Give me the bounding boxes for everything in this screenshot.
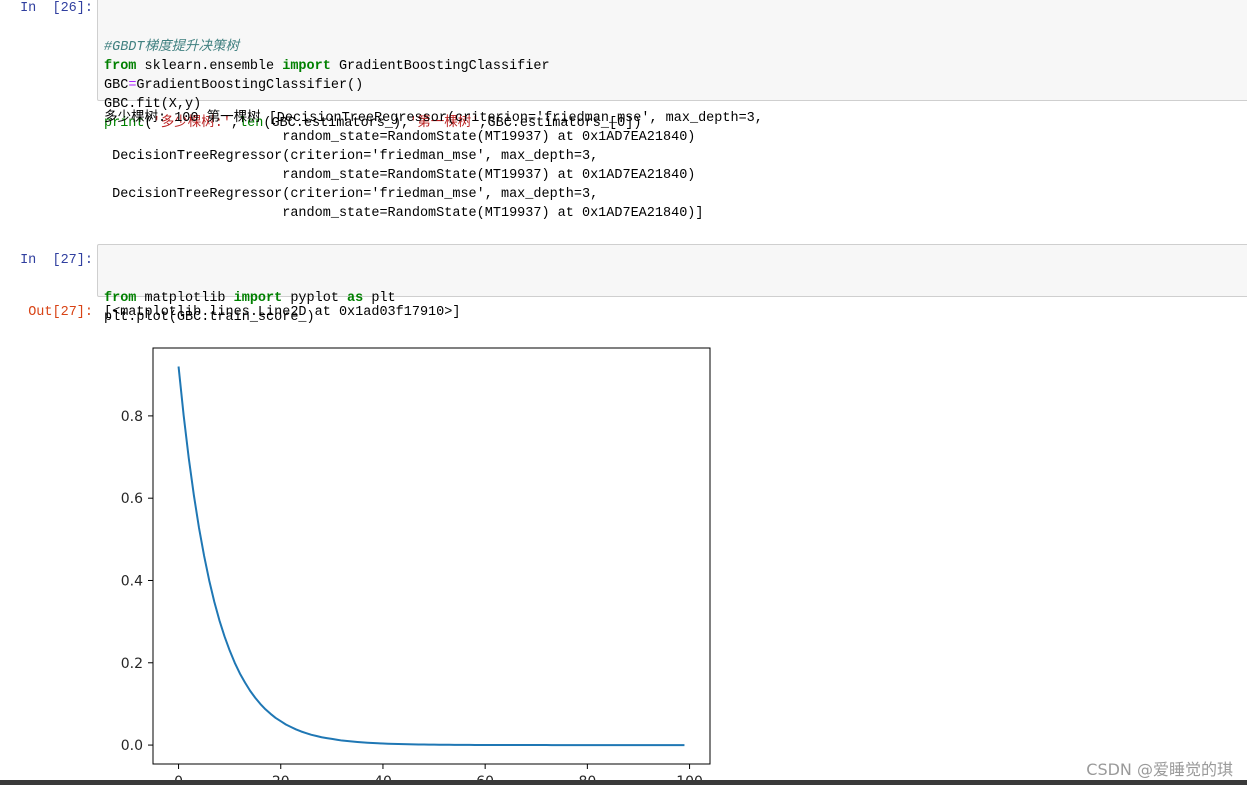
cell26-code-line: from sklearn.ensemble import GradientBoo…	[104, 57, 1247, 76]
cell27-code-editor[interactable]: from matplotlib import pyplot as plt plt.…	[97, 244, 1247, 325]
cell27-input-prompt: In [27]:	[20, 253, 93, 268]
cell26-code-line: GBC=GradientBoostingClassifier()	[104, 76, 1247, 95]
cell26-input-prompt: In [26]:	[20, 1, 93, 16]
y-tick-label: 0.6	[121, 491, 143, 507]
cell26-code-token: GradientBoostingClassifier()	[136, 78, 364, 93]
cell26-output-line: random_state=RandomState(MT19937) at 0x1…	[104, 168, 696, 183]
cell26-output-line: random_state=RandomState(MT19937) at 0x1…	[104, 130, 696, 145]
bottom-scroll-bar	[0, 780, 1247, 785]
cell26-code-token: #GBDT梯度提升决策树	[104, 40, 240, 55]
cell26-code-line: #GBDT梯度提升决策树	[104, 38, 1247, 57]
watermark-text: CSDN @爱睡觉的琪	[1086, 760, 1233, 779]
cell26-output-text: 多少棵树: 100 第一棵树 [DecisionTreeRegressor(cr…	[104, 109, 763, 223]
y-tick-label: 0.2	[121, 656, 143, 672]
cell26-code-editor[interactable]: #GBDT梯度提升决策树 from sklearn.ensemble import…	[97, 0, 1247, 131]
plot-axes-frame	[152, 347, 711, 765]
cell26-output-line: random_state=RandomState(MT19937) at 0x1…	[104, 206, 704, 221]
train-score-line-chart: 0.00.20.40.60.8020406080100	[121, 347, 711, 780]
cell26-code-token: import	[282, 59, 331, 74]
cell26-code-token: from	[104, 59, 137, 74]
cell26-output-line: DecisionTreeRegressor(criterion='friedma…	[104, 187, 599, 202]
y-tick-label: 0.0	[121, 738, 143, 754]
cell27-output-prompt: Out[27]:	[28, 305, 93, 320]
cell26-code-token: sklearn.ensemble	[136, 59, 283, 74]
y-tick-label: 0.4	[121, 573, 143, 589]
y-tick-label: 0.8	[121, 409, 143, 425]
cell26-code-token: GradientBoostingClassifier	[330, 59, 550, 74]
cell26-output-line: DecisionTreeRegressor(criterion='friedma…	[104, 149, 599, 164]
cell26-output-line: 多少棵树: 100 第一棵树 [DecisionTreeRegressor(cr…	[104, 111, 763, 126]
cell27-output-text: [<matplotlib.lines.Line2D at 0x1ad03f179…	[104, 305, 461, 320]
cell26-code-token: GBC	[104, 78, 129, 93]
